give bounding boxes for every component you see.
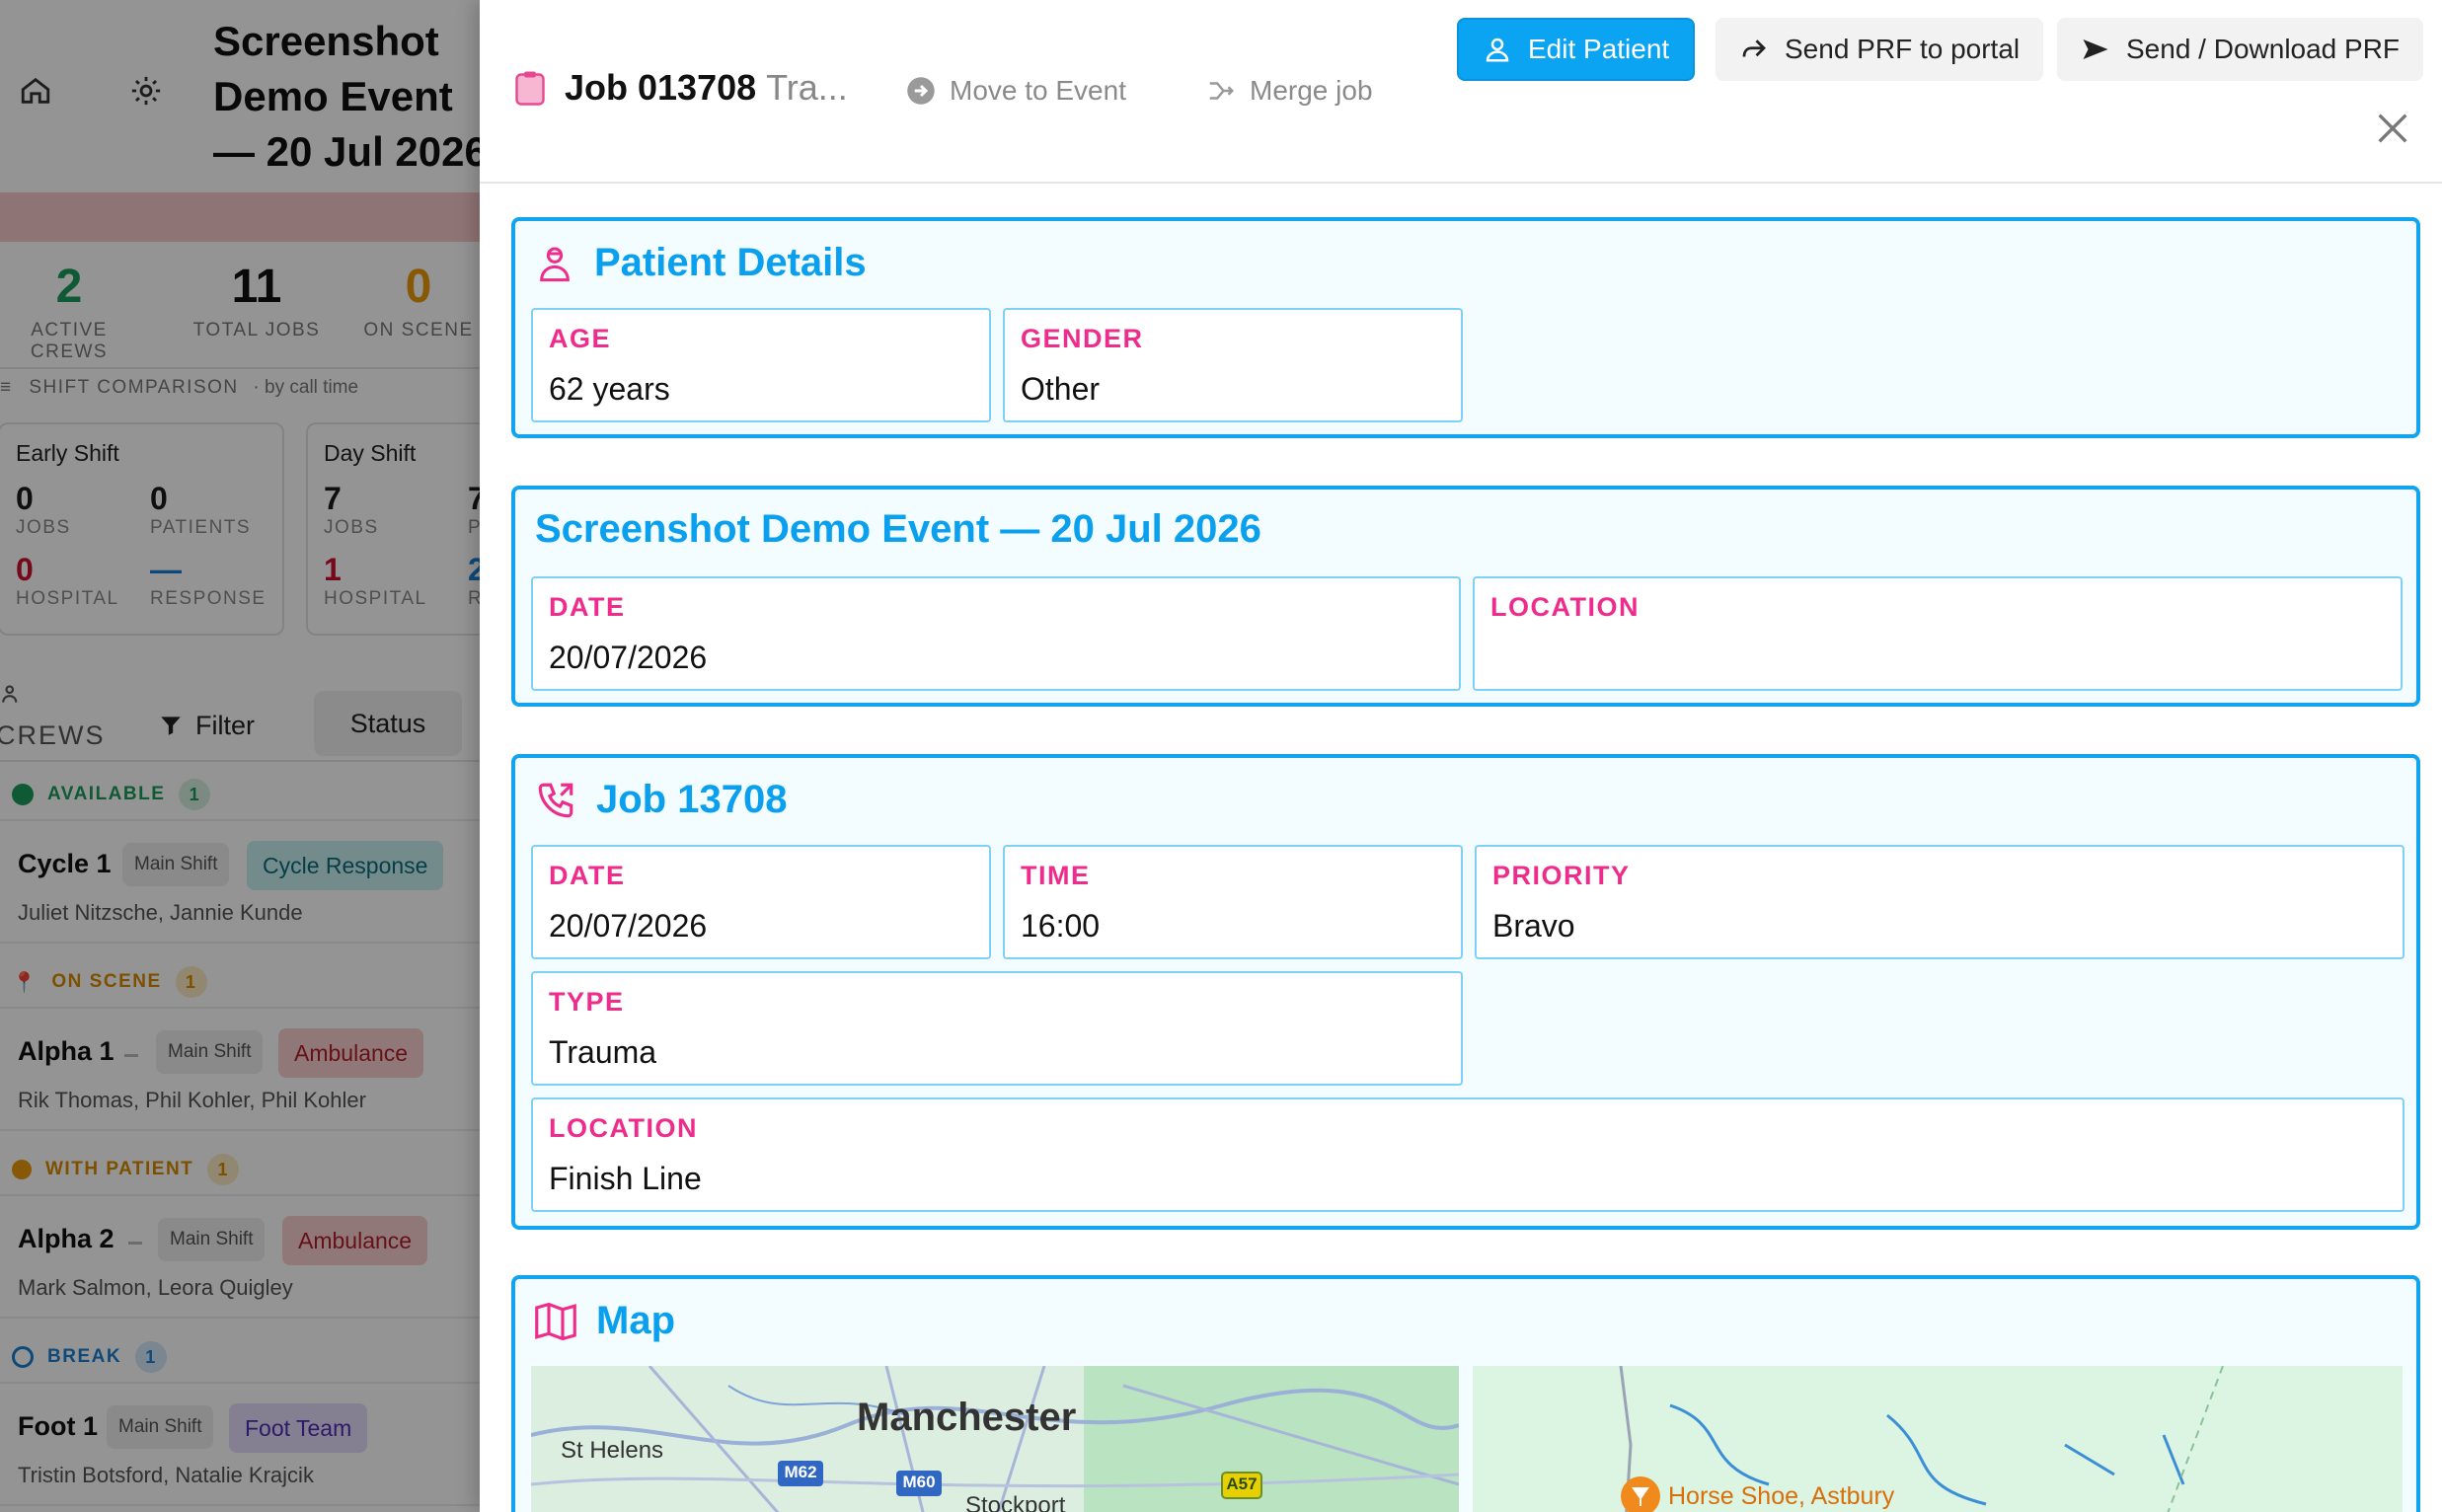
job-type-field: TYPE Trauma <box>531 971 1463 1086</box>
job-time-field: TIME 16:00 <box>1003 845 1463 959</box>
modal-overlay[interactable] <box>0 0 480 1512</box>
poi-label: Horse Shoe, Astbury <box>1668 1482 1895 1510</box>
move-to-event-button[interactable]: Move to Event <box>906 71 1126 111</box>
event-section-title: Screenshot Demo Event — 20 Jul 2026 <box>535 507 1261 551</box>
job-section: Job 13708 DATE 20/07/2026 TIME 16:00 PRI… <box>511 754 2420 1230</box>
map-town-label: St Helens <box>561 1437 664 1464</box>
map-section: Map Manchester St Helens Stockport M62 M… <box>511 1275 2420 1512</box>
map-overview[interactable]: Manchester St Helens Stockport M62 M60 A… <box>531 1366 1459 1512</box>
merge-job-button[interactable]: Merge job <box>1206 71 1373 111</box>
job-priority-field: PRIORITY Bravo <box>1475 845 2404 959</box>
phone-icon <box>538 783 573 817</box>
map-detail-graphic <box>1473 1366 2403 1512</box>
map-icon <box>535 1302 576 1340</box>
job-date-field: DATE 20/07/2026 <box>531 845 991 959</box>
edit-patient-button[interactable]: Edit Patient <box>1457 18 1696 81</box>
age-field: AGE 62 years <box>531 308 991 422</box>
event-date-field: DATE 20/07/2026 <box>531 576 1461 691</box>
user-icon <box>1486 38 1509 62</box>
patient-details-title: Patient Details <box>535 241 867 285</box>
send-icon <box>2083 39 2108 59</box>
patient-details-section: Patient Details AGE 62 years GENDER Othe… <box>511 217 2420 438</box>
send-prf-portal-button[interactable]: Send PRF to portal <box>1716 18 2044 81</box>
event-location-field: LOCATION <box>1473 576 2403 691</box>
road-label: A57 <box>1226 1474 1258 1493</box>
job-location-field: LOCATION Finish Line <box>531 1097 2404 1212</box>
map-section-title: Map <box>535 1299 675 1343</box>
job-drawer: Job 013708 Tra... Move to Event Merge job… <box>480 0 2442 1512</box>
road-label: M60 <box>902 1473 936 1491</box>
map-detail[interactable]: Horse Shoe, Astbury <box>1473 1366 2403 1512</box>
share-icon <box>1742 39 1766 57</box>
road-label: M62 <box>784 1463 817 1481</box>
map-city-label: Manchester <box>857 1396 1077 1439</box>
clipboard-icon <box>515 71 545 106</box>
job-title: Job 013708 Tra... <box>515 67 848 109</box>
send-download-prf-button[interactable]: Send / Download PRF <box>2057 18 2424 81</box>
patient-icon <box>540 247 570 281</box>
drawer-header: Job 013708 Tra... Move to Event Merge job… <box>480 0 2442 184</box>
close-icon[interactable] <box>2373 109 2412 148</box>
gender-field: GENDER Other <box>1003 308 1463 422</box>
event-section: Screenshot Demo Event — 20 Jul 2026 DATE… <box>511 486 2420 707</box>
job-section-title: Job 13708 <box>535 778 787 822</box>
merge-icon <box>1209 82 1235 100</box>
map-town-label: Stockport <box>965 1492 1066 1512</box>
arrow-circle-icon <box>907 77 935 105</box>
